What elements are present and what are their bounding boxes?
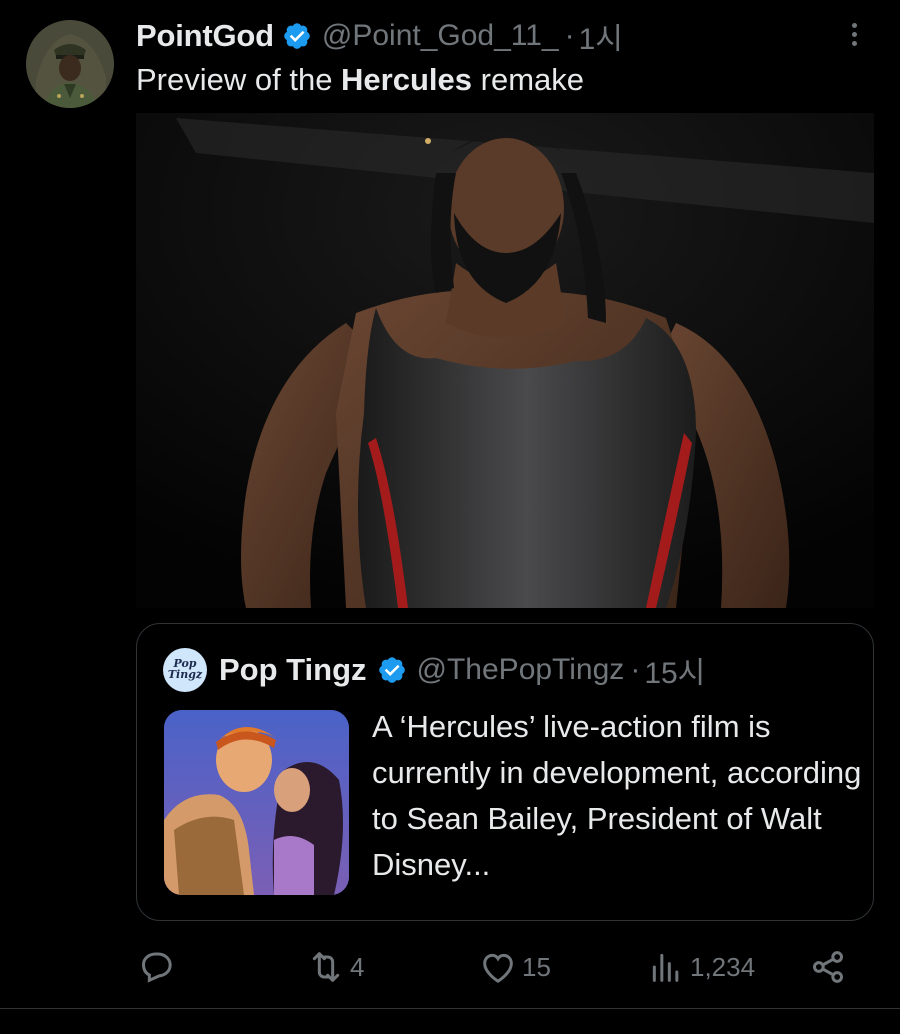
retweet-icon: [306, 947, 346, 987]
share-button[interactable]: [808, 944, 848, 990]
tweet-text: Preview of the Hercules remake: [136, 62, 584, 98]
author-handle[interactable]: @Point_God_11_: [322, 19, 559, 53]
separator-dot: ·: [564, 19, 575, 52]
retweet-count: 4: [350, 951, 365, 982]
quoted-tweet-timestamp[interactable]: 15시: [644, 648, 705, 692]
author-name[interactable]: PointGod: [136, 18, 274, 54]
more-options-icon[interactable]: [842, 20, 866, 50]
tweet-timestamp[interactable]: 1시: [579, 14, 623, 58]
quoted-avatar-logo-text: Pop Tingz: [167, 657, 203, 681]
tweet-divider: [0, 1008, 900, 1009]
quoted-author-handle[interactable]: @ThePopTingz: [417, 653, 625, 687]
reply-button[interactable]: [136, 944, 180, 990]
view-count: 1,234: [690, 951, 756, 982]
reply-icon: [136, 947, 176, 987]
share-icon: [808, 947, 848, 987]
views-button[interactable]: 1,234: [646, 944, 755, 990]
verified-badge-icon: [282, 21, 312, 51]
tweet-text-part: Preview of the: [136, 62, 342, 97]
quoted-author-name[interactable]: Pop Tingz: [219, 652, 367, 688]
separator-dot: ·: [630, 653, 641, 686]
tweet-actions-bar: 4 15 1,234: [136, 944, 856, 990]
quoted-author-avatar[interactable]: Pop Tingz: [163, 648, 207, 692]
tweet-text-bold: Hercules: [341, 62, 473, 97]
retweet-button[interactable]: 4: [306, 944, 364, 990]
quoted-tweet-text: A ‘Hercules’ live-action film is current…: [372, 709, 862, 882]
tweet-text-part: remake: [472, 62, 584, 97]
like-count: 15: [522, 951, 551, 982]
like-icon: [478, 947, 518, 987]
views-icon: [646, 947, 686, 987]
quoted-tweet-thumbnail[interactable]: [164, 710, 349, 895]
quoted-tweet[interactable]: Pop Tingz Pop Tingz @ThePopTingz · 15시 A…: [136, 623, 874, 921]
author-avatar[interactable]: [26, 20, 114, 108]
verified-badge-icon: [377, 655, 407, 685]
like-button[interactable]: 15: [478, 944, 551, 990]
tweet[interactable]: PointGod @Point_God_11_ · 1시 Preview of …: [0, 0, 900, 1034]
tweet-header: PointGod @Point_God_11_ · 1시: [136, 16, 623, 56]
tweet-media-image[interactable]: [136, 113, 874, 608]
quoted-tweet-header: Pop Tingz @ThePopTingz · 15시: [219, 648, 705, 692]
